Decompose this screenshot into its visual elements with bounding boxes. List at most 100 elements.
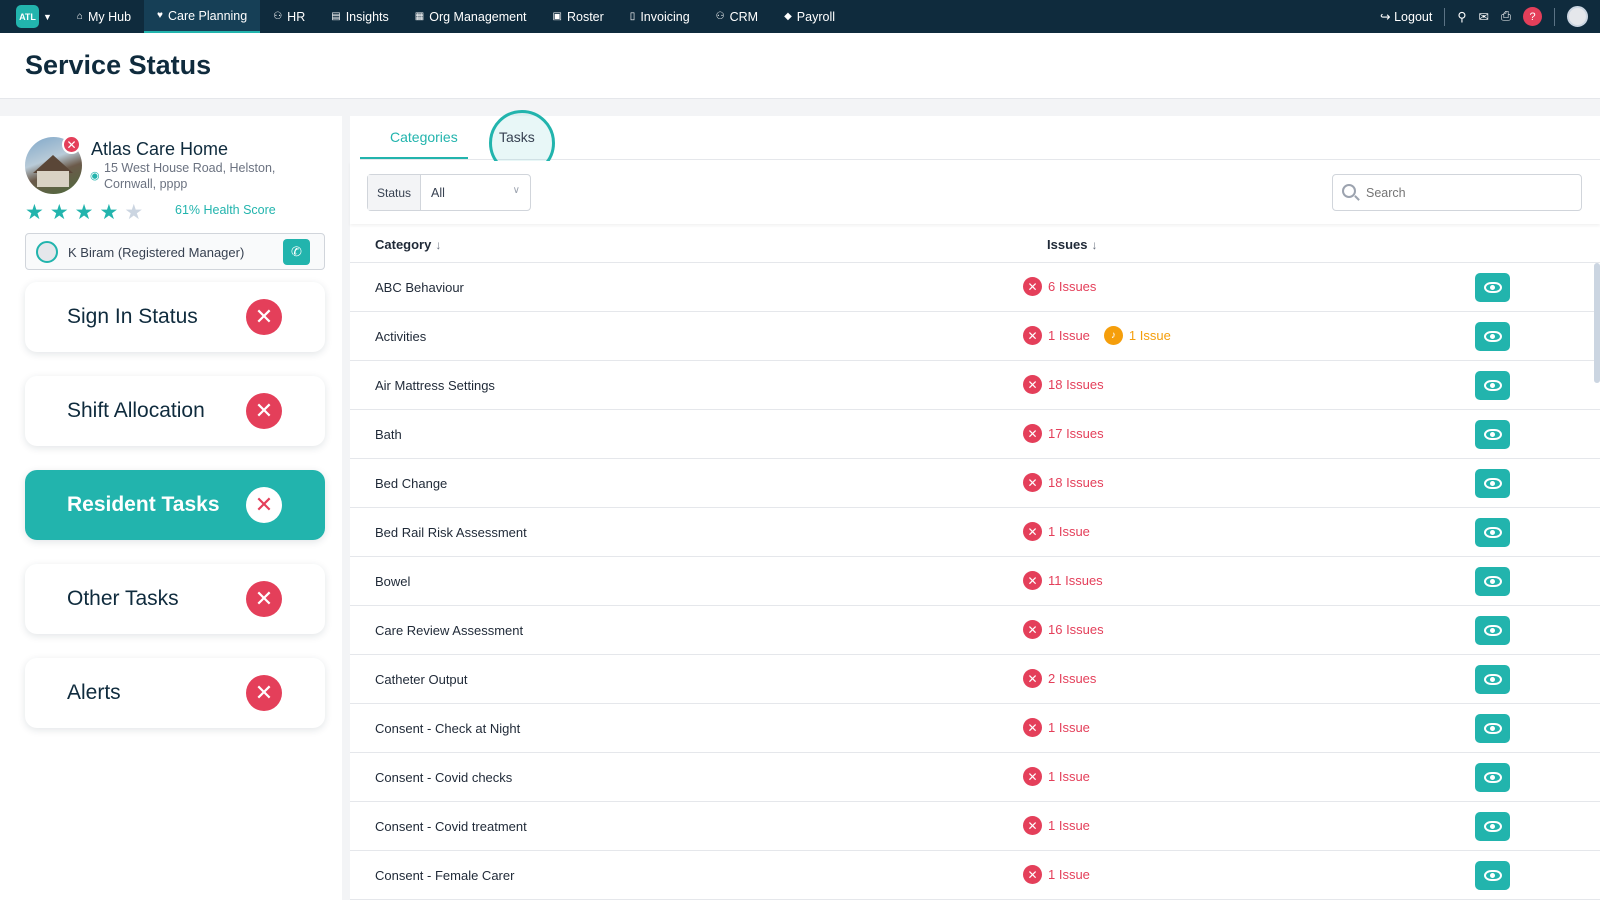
category-header[interactable]: Category ↓ [375,237,441,252]
issue-count: 1 Issue [1048,818,1090,833]
issues-cell: ✕ 6 Issues [1023,277,1096,296]
error-x-icon: ✕ [1023,473,1042,492]
nav-item-label: Insights [345,9,389,24]
view-button[interactable] [1475,763,1510,792]
category-table-body: ABC Behaviour ✕ 6 Issues Activities ✕ 1 Issue… [350,263,1600,900]
nav-item-label: Roster [566,9,604,24]
tab-tasks[interactable]: Tasks [499,129,535,145]
star-icon: ★ [49,201,69,224]
eye-icon [1483,576,1502,587]
scrollbar[interactable] [1594,263,1600,383]
error-x-icon: ✕ [1023,718,1042,737]
logout-button[interactable]: ↪ Logout [1380,9,1432,24]
error-x-icon: ✕ [1023,669,1042,688]
main-menu: ⌂ My Hub ♥ Care Planning ⚇ HR ▤ Insights ▦ Org Ma… [64,0,848,33]
issues-header-label: Issues [1047,237,1088,252]
page-header: Service Status [0,33,1600,99]
calendar-icon: ▣ [552,11,562,22]
view-button[interactable] [1475,469,1510,498]
status-filter-label: Status [368,175,421,210]
view-button[interactable] [1475,420,1510,449]
star-icon: ★ [25,201,44,224]
manager-name: K Biram (Registered Manager) [68,245,245,260]
issue-badge-error: ✕ 16 Issues [1023,620,1104,639]
issues-header[interactable]: Issues ↓ [1047,237,1097,252]
issue-count: 2 Issues [1048,671,1097,686]
heart-icon: ♥ [157,10,163,21]
app-switcher[interactable]: ATL ▼ [16,5,52,28]
error-x-icon: ✕ [1023,326,1042,345]
issues-cell: ✕ 2 Issues [1023,669,1096,688]
issues-cell: ✕ 1 Issue [1023,816,1090,835]
issues-cell: ✕ 18 Issues [1023,375,1104,394]
help-button[interactable]: ? [1523,7,1542,26]
tab-categories[interactable]: Categories [390,129,458,145]
error-x-icon: ✕ [1023,522,1042,541]
status-card-alerts[interactable]: Alerts ✕ [25,658,325,728]
nav-item-my-hub[interactable]: ⌂ My Hub [64,0,144,33]
status-card-sign-in-status[interactable]: Sign In Status ✕ [25,282,325,352]
error-x-icon: ✕ [1023,767,1042,786]
error-x-icon: ✕ [246,581,282,617]
home-address: 15 West House Road, Helston, Cornwall, p… [104,161,276,191]
nav-item-hr[interactable]: ⚇ HR [260,0,318,33]
eye-icon [1483,723,1502,734]
status-card-other-tasks[interactable]: Other Tasks ✕ [25,564,325,634]
view-button[interactable] [1475,322,1510,351]
nav-item-insights[interactable]: ▤ Insights [318,0,402,33]
view-button[interactable] [1475,812,1510,841]
user-avatar[interactable] [1567,6,1588,27]
search-icon [1342,184,1356,198]
eye-icon [1483,674,1502,685]
nav-item-label: HR [287,9,306,24]
issue-badge-warning: ♪ 1 Issue [1103,326,1171,345]
issue-count: 1 Issue [1048,524,1090,539]
view-button[interactable] [1475,567,1510,596]
nav-item-care-planning[interactable]: ♥ Care Planning [144,0,261,33]
logo: ATL [16,5,39,28]
table-row: Consent - Check at Night ✕ 1 Issue [350,704,1600,753]
nav-item-org-management[interactable]: ▦ Org Management [402,0,540,33]
view-button[interactable] [1475,665,1510,694]
sort-arrow-icon: ↓ [1091,238,1098,252]
view-button[interactable] [1475,273,1510,302]
eye-icon [1483,331,1502,342]
status-card-label: Shift Allocation [67,399,205,422]
status-card-resident-tasks[interactable]: Resident Tasks ✕ [25,470,325,540]
error-x-icon: ✕ [1023,424,1042,443]
eye-icon [1483,380,1502,391]
search-icon[interactable]: ⚲ [1457,9,1466,24]
nav-item-label: My Hub [87,9,132,24]
search-input[interactable] [1366,183,1566,203]
table-row: Activities ✕ 1 Issue ♪ 1 Issue [350,312,1600,361]
nav-item-label: Org Management [429,9,527,24]
location-pin-icon: ◉ [90,170,100,182]
view-button[interactable] [1475,714,1510,743]
phone-button[interactable]: ✆ [283,239,310,265]
status-card-shift-allocation[interactable]: Shift Allocation ✕ [25,376,325,446]
status-filter-select[interactable]: Status All ∨ [367,174,531,211]
table-row: Catheter Output ✕ 2 Issues [350,655,1600,704]
view-button[interactable] [1475,861,1510,890]
view-button[interactable] [1475,518,1510,547]
eye-icon [1483,282,1502,293]
nav-item-roster[interactable]: ▣ Roster [540,0,617,33]
nav-item-payroll[interactable]: ◆ Payroll [771,0,848,33]
issues-cell: ✕ 11 Issues [1023,571,1103,590]
status-card-label: Alerts [67,681,121,704]
nav-item-crm[interactable]: ⚇ CRM [703,0,771,33]
issue-count: 1 Issue [1048,867,1090,882]
table-row: Consent - Covid treatment ✕ 1 Issue [350,802,1600,851]
eye-icon [1483,821,1502,832]
issue-count: 1 Issue [1128,328,1171,343]
mail-icon[interactable]: ✉ [1479,9,1489,24]
people-icon: ⚇ [273,11,283,22]
nav-item-invoicing[interactable]: ▯ Invoicing [617,0,703,33]
top-nav: ATL ▼ ⌂ My Hub ♥ Care Planning ⚇ HR ▤ Insights ▦… [0,0,1600,33]
view-button[interactable] [1475,616,1510,645]
print-icon[interactable]: ⎙ [1501,9,1511,24]
issue-badge-error: ✕ 1 Issue [1023,767,1090,786]
star-icon: ★ [99,201,119,224]
view-button[interactable] [1475,371,1510,400]
issue-badge-error: ✕ 6 Issues [1023,277,1096,296]
